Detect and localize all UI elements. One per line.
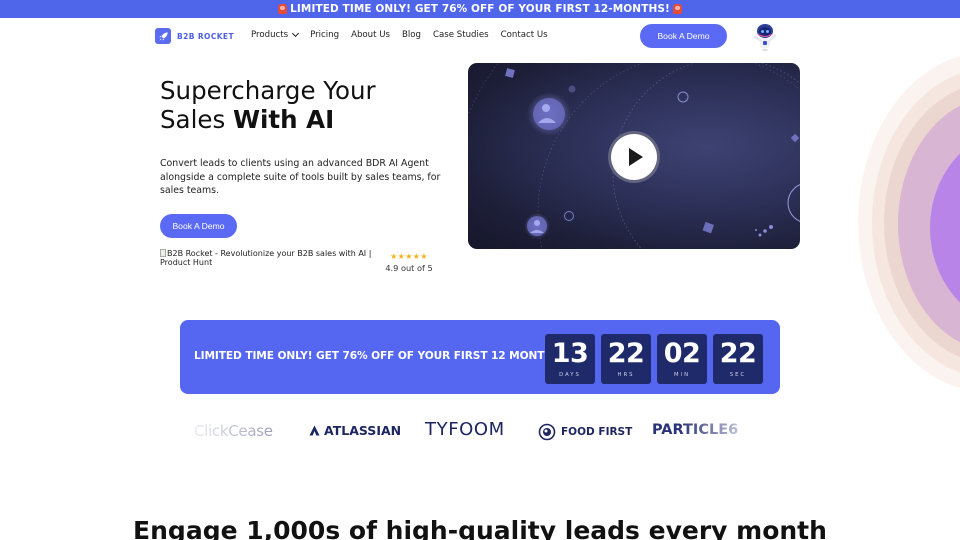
rocket-icon	[155, 28, 171, 44]
brand-logo[interactable]: B2B ROCKET	[155, 28, 234, 44]
timer-label: DAYS	[559, 372, 581, 378]
police-siren-icon	[278, 4, 288, 14]
timer-label: MIN	[673, 372, 691, 378]
nav-item-case-studies[interactable]: Case Studies	[433, 30, 489, 40]
atlassian-icon	[309, 425, 320, 436]
broken-image-icon	[160, 249, 166, 257]
hero-title: Supercharge Your Sales With AI	[160, 76, 376, 134]
brand-name: B2B ROCKET	[177, 31, 234, 41]
decorative-circles	[858, 52, 960, 392]
timer-minutes: 02 MIN	[657, 334, 707, 384]
countdown-promo-card: LIMITED TIME ONLY! GET 76% OFF OF YOUR F…	[180, 320, 780, 394]
chevron-down-icon	[292, 29, 300, 38]
timer-value: 22	[719, 338, 757, 369]
timer-value: 22	[607, 338, 645, 369]
timer-seconds: 22 SEC	[713, 334, 763, 384]
star-rating-icons: ★★★★★	[390, 252, 428, 261]
timer-value: 13	[551, 338, 589, 369]
timer-label: SEC	[729, 372, 747, 378]
nav-item-pricing[interactable]: Pricing	[310, 30, 339, 40]
hero-title-line1: Supercharge Your	[160, 76, 376, 105]
timer-value: 02	[663, 338, 701, 369]
police-siren-icon	[672, 4, 682, 14]
hero-video[interactable]	[468, 63, 800, 249]
product-hunt-badge[interactable]: B2B Rocket - Revolutionize your B2B sale…	[160, 249, 380, 267]
hero-title-emphasis: With AI	[233, 105, 335, 134]
nav-item-products[interactable]: Products	[251, 29, 300, 40]
section-title: Engage 1,000s of high-quality leads ever…	[133, 516, 827, 540]
nav-item-about-us[interactable]: About Us	[351, 30, 390, 40]
product-hunt-alt-text: B2B Rocket - Revolutionize your B2B sale…	[160, 249, 372, 267]
nav-menu: Products Pricing About Us Blog Case Stud…	[251, 29, 560, 40]
client-logo-atlassian: ATLASSIAN	[309, 423, 401, 438]
carousel-fade-right	[680, 408, 800, 458]
nav-item-label: Contact Us	[500, 30, 548, 40]
client-logo-food-first: FOOD FIRST	[538, 423, 632, 441]
countdown-promo-text: LIMITED TIME ONLY! GET 76% OFF OF YOUR F…	[194, 350, 566, 362]
nav-item-label: Pricing	[310, 30, 340, 40]
nav-item-blog[interactable]: Blog	[402, 30, 421, 40]
timer-hours: 22 HRS	[601, 334, 651, 384]
client-logo-text: ATLASSIAN	[324, 423, 402, 438]
book-demo-nav-button[interactable]: Book A Demo	[640, 24, 727, 48]
timer-days: 13 DAYS	[545, 334, 595, 384]
client-logo-text: FOOD FIRST	[561, 426, 633, 438]
nav-item-label: Products	[251, 30, 289, 40]
play-icon	[629, 148, 643, 166]
hero-title-line2: Sales	[160, 105, 233, 134]
book-demo-hero-button[interactable]: Book A Demo	[160, 214, 237, 238]
promo-banner[interactable]: LIMITED TIME ONLY! GET 76% OFF OF YOUR F…	[0, 0, 960, 18]
client-logo-tyfoom: TYFOOM	[425, 419, 505, 440]
promo-banner-text: LIMITED TIME ONLY! GET 76% OFF OF YOUR F…	[290, 3, 670, 15]
client-logos-carousel: ClickCease ATLASSIAN TYFOOM FOOD FIRST P…	[180, 408, 800, 458]
countdown-timer: 13 DAYS 22 HRS 02 MIN 22 SEC	[545, 334, 763, 384]
rating-text: 4.9 out of 5	[385, 263, 433, 273]
food-first-icon	[538, 423, 556, 441]
nav-item-label: About Us	[351, 30, 390, 40]
carousel-fade-left	[180, 408, 290, 458]
nav-item-label: Case Studies	[433, 30, 489, 40]
rating: ★★★★★ 4.9 out of 5	[383, 252, 435, 273]
timer-label: HRS	[617, 372, 635, 378]
nav-item-label: Blog	[402, 30, 421, 40]
hero-description: Convert leads to clients using an advanc…	[160, 158, 441, 196]
robot-mascot-icon[interactable]	[752, 22, 778, 52]
play-button[interactable]	[611, 134, 657, 180]
main-nav: B2B ROCKET Products Pricing About Us Blo…	[0, 18, 960, 56]
nav-item-contact-us[interactable]: Contact Us	[501, 30, 548, 40]
